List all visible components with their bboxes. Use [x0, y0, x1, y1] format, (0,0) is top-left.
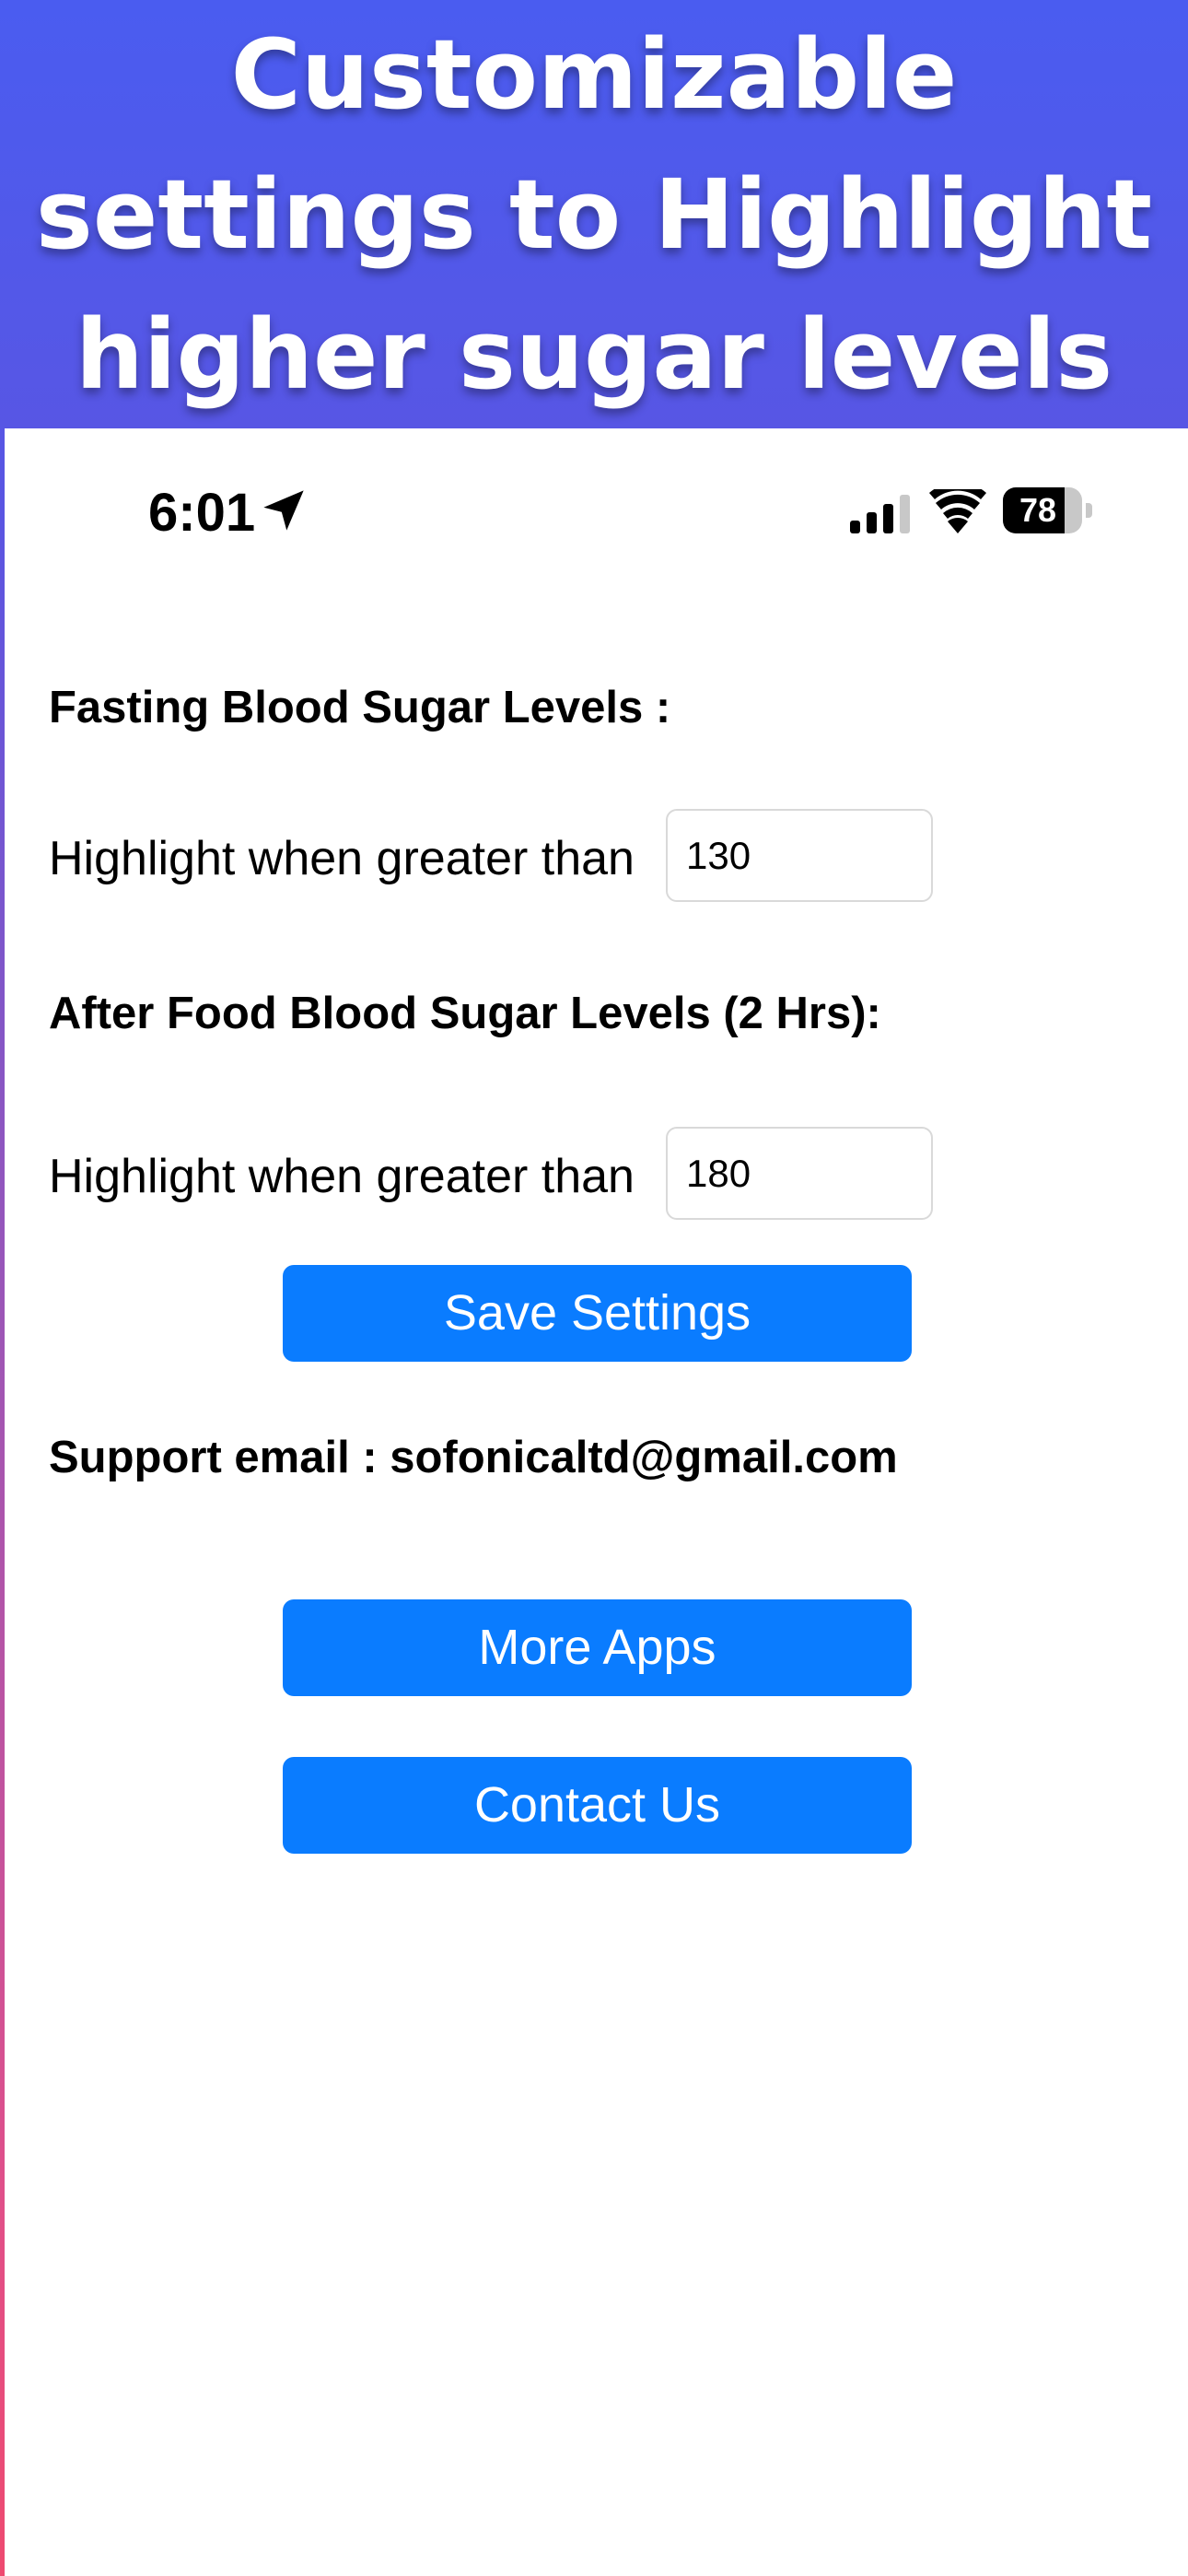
more-apps-button[interactable]: More Apps — [283, 1599, 912, 1696]
wifi-icon — [929, 489, 986, 533]
banner-title: Customizable settings to Highlight highe… — [35, 18, 1153, 411]
battery-cap — [1086, 503, 1092, 518]
contact-us-button[interactable]: Contact Us — [283, 1757, 912, 1854]
save-settings-button[interactable]: Save Settings — [283, 1265, 912, 1362]
location-arrow-icon — [263, 490, 304, 531]
status-bar: 6:01 78 — [5, 428, 1188, 585]
support-email: Support email : sofonicaltd@gmail.com — [49, 1433, 898, 1482]
phone-screen: 6:01 78 Fasting Blood Sugar Levels : Hig… — [5, 428, 1188, 2576]
fasting-heading: Fasting Blood Sugar Levels : — [49, 683, 671, 732]
cellular-signal-icon — [850, 495, 910, 533]
status-time: 6:01 — [148, 483, 256, 543]
fasting-threshold-label: Highlight when greater than — [49, 832, 635, 885]
promo-banner: Customizable settings to Highlight highe… — [0, 0, 1188, 428]
fasting-threshold-input[interactable] — [666, 809, 933, 902]
battery-percent: 78 — [1019, 491, 1057, 529]
after-food-threshold-input[interactable] — [666, 1127, 933, 1220]
after-food-heading: After Food Blood Sugar Levels (2 Hrs): — [49, 989, 881, 1038]
battery-body: 78 — [1003, 487, 1082, 533]
after-food-threshold-label: Highlight when greater than — [49, 1150, 635, 1203]
battery-icon: 78 — [1003, 487, 1093, 533]
